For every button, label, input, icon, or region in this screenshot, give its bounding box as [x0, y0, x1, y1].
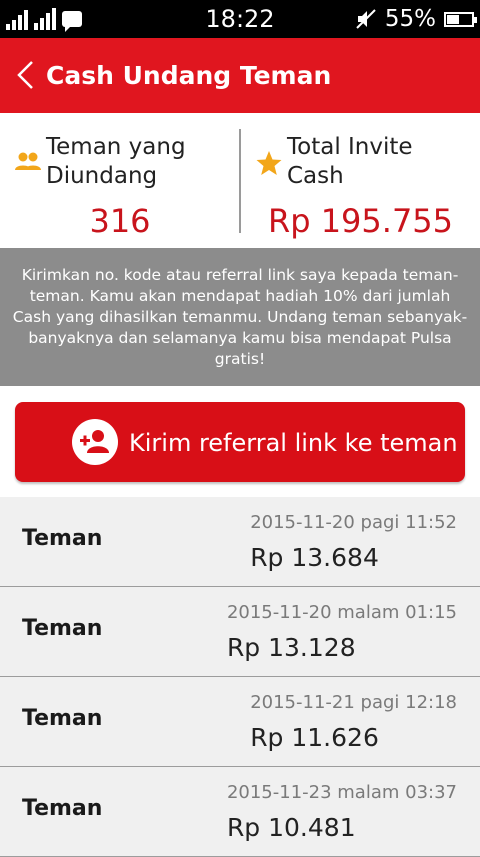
row-date: 2015-11-23 malam 03:37 — [226, 782, 457, 803]
invited-stat: Teman yang Diundang 316 — [0, 113, 240, 248]
list-item[interactable]: Teman 2015-11-21 pagi 12:18 Rp 11.626 — [0, 677, 480, 767]
info-text: Kirimkan no. kode atau referral link say… — [0, 248, 480, 386]
total-cash-label: Total Invite Cash — [287, 134, 413, 189]
battery-percent: 55% — [384, 6, 436, 32]
stats-panel: Teman yang Diundang 316 Total Invite Cas… — [0, 113, 480, 248]
send-referral-button[interactable]: Kirim referral link ke teman — [15, 402, 465, 482]
friend-name: Teman — [22, 616, 103, 641]
friend-name: Teman — [22, 706, 103, 731]
total-cash-value: Rp 195.755 — [267, 202, 454, 240]
row-details: 2015-11-20 malam 01:15 Rp 13.128 — [227, 601, 457, 665]
row-date: 2015-11-20 pagi 11:52 — [250, 512, 457, 533]
status-icons-right: 55% — [355, 4, 477, 34]
back-icon[interactable] — [14, 60, 36, 90]
star-icon — [256, 151, 282, 175]
row-amount: Rp 10.481 — [226, 813, 356, 842]
list-item[interactable]: Teman 2015-11-23 malam 03:37 Rp 10.481 — [0, 767, 480, 857]
invited-value: 316 — [89, 202, 151, 240]
list-item[interactable]: Teman 2015-11-20 pagi 11:52 Rp 13.684 — [0, 497, 480, 587]
invite-list: Teman 2015-11-20 pagi 11:52 Rp 13.684 Te… — [0, 497, 480, 857]
row-details: 2015-11-23 malam 03:37 Rp 10.481 — [227, 781, 457, 845]
add-person-icon — [72, 419, 118, 465]
friend-name: Teman — [22, 526, 103, 551]
app-header: Cash Undang Teman — [0, 38, 480, 113]
row-amount: Rp 11.626 — [250, 723, 379, 752]
total-cash-stat: Total Invite Cash Rp 195.755 — [241, 113, 480, 248]
invited-label: Teman yang Diundang — [46, 134, 186, 189]
mute-icon — [356, 9, 376, 29]
list-item[interactable]: Teman 2015-11-20 malam 01:15 Rp 13.128 — [0, 587, 480, 677]
people-icon — [15, 152, 41, 170]
row-amount: Rp 13.128 — [226, 633, 356, 662]
friend-name: Teman — [22, 796, 103, 821]
row-details: 2015-11-20 pagi 11:52 Rp 13.684 — [250, 511, 457, 575]
row-date: 2015-11-20 malam 01:15 — [226, 602, 457, 623]
row-amount: Rp 13.684 — [250, 543, 379, 572]
row-details: 2015-11-21 pagi 12:18 Rp 11.626 — [250, 691, 457, 755]
battery-icon — [444, 11, 477, 27]
send-referral-label: Kirim referral link ke teman — [129, 429, 458, 457]
status-bar: 18:22 55% — [0, 0, 480, 38]
page-title: Cash Undang Teman — [46, 61, 332, 90]
row-date: 2015-11-21 pagi 12:18 — [250, 692, 457, 713]
